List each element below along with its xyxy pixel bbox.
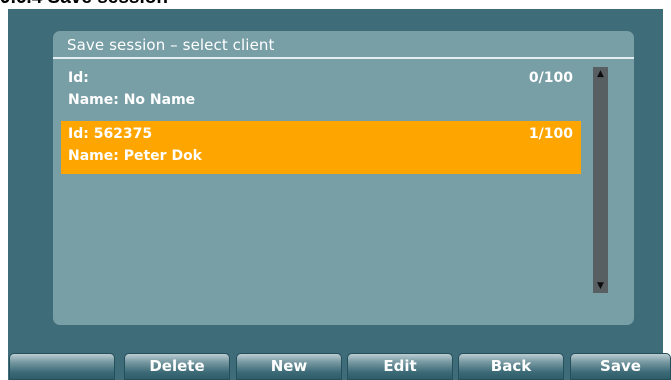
- blank-softkey[interactable]: [9, 353, 115, 380]
- back-button[interactable]: Back: [458, 353, 564, 380]
- save-session-dialog: Save session – select client Id: Name: N…: [53, 31, 634, 325]
- edit-button[interactable]: Edit: [347, 353, 453, 380]
- client-list: Id: Name: No Name 0/100 Id: 562375 Name:…: [61, 65, 581, 177]
- delete-button[interactable]: Delete: [124, 353, 230, 380]
- client-name: Name: No Name: [68, 92, 196, 108]
- new-button[interactable]: New: [236, 353, 342, 380]
- document-section-heading: 9.6.4 Save session: [0, 0, 168, 9]
- client-id: Id: 562375: [68, 126, 153, 142]
- client-row-peter-dok[interactable]: Id: 562375 Name: Peter Dok 1/100: [61, 121, 581, 174]
- client-id: Id:: [68, 70, 89, 86]
- client-name: Name: Peter Dok: [68, 148, 202, 164]
- session-count: 1/100: [528, 126, 573, 142]
- device-screen: Save session – select client Id: Name: N…: [8, 9, 663, 380]
- dialog-title: Save session – select client: [53, 31, 634, 59]
- save-button[interactable]: Save: [570, 353, 671, 380]
- session-count: 0/100: [528, 70, 573, 86]
- list-scrollbar[interactable]: ▲ ▼: [593, 67, 608, 293]
- scroll-down-icon[interactable]: ▼: [593, 279, 608, 293]
- scroll-up-icon[interactable]: ▲: [593, 67, 608, 81]
- softkey-bar: Delete New Edit Back Save: [0, 349, 671, 380]
- client-row-no-name[interactable]: Id: Name: No Name 0/100: [61, 65, 581, 118]
